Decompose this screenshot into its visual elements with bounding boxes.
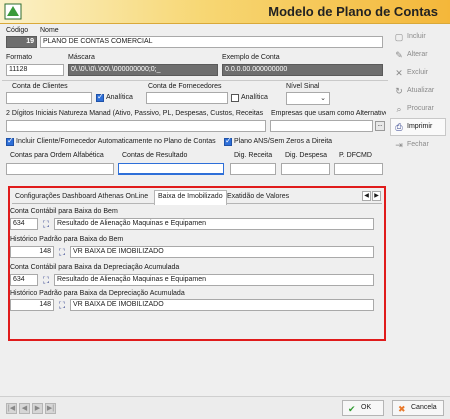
- exemplo-label: Exemplo de Conta: [222, 54, 280, 61]
- codigo-field[interactable]: 19: [6, 36, 37, 48]
- plano-ans-checkbox[interactable]: [224, 136, 232, 146]
- dig-despesa-label: Dig. Despesa: [285, 152, 328, 159]
- binoculars-icon[interactable]: ⛶: [57, 300, 67, 310]
- cancela-button[interactable]: ✖ Cancela: [392, 400, 444, 416]
- last-record-button[interactable]: ▶|: [45, 403, 56, 414]
- bottom-bar: |◀ ◀ ▶ ▶| ✔ OK ✖ Cancela: [0, 396, 450, 419]
- delete-icon: ✕: [395, 68, 403, 78]
- analitica-clientes-checkbox[interactable]: [96, 92, 104, 102]
- binoculars-icon[interactable]: ⛶: [57, 247, 67, 257]
- fechar-button[interactable]: ⇥ Fechar: [390, 136, 446, 154]
- binoculars-icon[interactable]: ⛶: [41, 275, 51, 285]
- procurar-button[interactable]: ⌕ Procurar: [390, 100, 446, 118]
- tab-scroll-left-icon[interactable]: ◀: [362, 191, 371, 201]
- mascara-label: Máscara: [68, 54, 95, 61]
- title-bar: Modelo de Plano de Contas: [0, 0, 450, 24]
- window: Modelo de Plano de Contas Código Nome 19…: [0, 0, 450, 419]
- conta-baixa-code-field[interactable]: 634: [10, 218, 38, 230]
- conta-dep-code-field[interactable]: 634: [10, 274, 38, 286]
- incluir-automatico-checkbox[interactable]: [6, 136, 14, 146]
- natureza-field[interactable]: [6, 120, 266, 132]
- edit-icon: ✎: [395, 50, 403, 60]
- new-doc-icon: ▢: [394, 32, 404, 42]
- analitica-fornecedores-checkbox[interactable]: [231, 94, 239, 102]
- tab-exatidao-valores[interactable]: Exatidão de Valores: [224, 191, 292, 204]
- close-icon: ⇥: [395, 140, 403, 150]
- nivel-sinal-label: Nível Sinal: [286, 83, 320, 90]
- mascara-field[interactable]: 0\.\0\.\0\.\00\.\000000000;0;_: [68, 64, 218, 76]
- empresas-field[interactable]: [270, 120, 373, 132]
- empresas-browse-button[interactable]: ...: [375, 121, 385, 131]
- tab-panel: Configurações Dashboard Athenas OnLine B…: [8, 186, 386, 341]
- hist-dep-desc-field: VR BAIXA DE IMOBILIZADO: [70, 299, 374, 311]
- refresh-icon: ↻: [395, 86, 403, 96]
- conta-fornecedores-field[interactable]: [146, 92, 228, 104]
- plano-ans-label: Plano ANS/Sem Zeros a Direita: [234, 138, 333, 145]
- contas-resultado-field[interactable]: [118, 163, 224, 175]
- check-icon: ✔: [348, 404, 356, 414]
- next-record-button[interactable]: ▶: [32, 403, 43, 414]
- imprimir-button[interactable]: ⎙ Imprimir: [390, 118, 446, 136]
- contas-ordem-label: Contas para Ordem Alfabética: [10, 152, 104, 159]
- first-record-button[interactable]: |◀: [6, 403, 17, 414]
- empresas-label: Empresas que usam como Alternativo: [271, 110, 386, 117]
- nome-label: Nome: [40, 27, 59, 34]
- window-title: Modelo de Plano de Contas: [268, 4, 438, 19]
- hist-dep-label: Histórico Padrão para Baixa da Depreciaç…: [10, 290, 185, 297]
- nivel-sinal-select[interactable]: ⌄: [286, 92, 330, 105]
- natureza-label: 2 Dígitos Iniciais Natureza Manad (Ativo…: [6, 110, 264, 117]
- dig-receita-label: Dig. Receita: [234, 152, 273, 159]
- previous-record-button[interactable]: ◀: [19, 403, 30, 414]
- divider: [2, 80, 388, 81]
- tab-strip: Configurações Dashboard Athenas OnLine B…: [12, 190, 382, 205]
- dfcmd-label: P. DFCMD: [339, 152, 372, 159]
- tab-baixa-imobilizado[interactable]: Baixa de Imobilizado: [154, 190, 227, 205]
- analitica-clientes-label: Analítica: [106, 94, 133, 101]
- print-icon: ⎙: [395, 122, 403, 132]
- nome-field[interactable]: PLANO DE CONTAS COMERCIAL: [40, 36, 383, 48]
- conta-baixa-desc-field: Resultado de Alienação Maquinas e Equipa…: [54, 218, 374, 230]
- incluir-automatico-label: Incluir Cliente/Fornecedor Automaticamen…: [16, 138, 216, 145]
- atualizar-button[interactable]: ↻ Atualizar: [390, 82, 446, 100]
- conta-clientes-label: Conta de Clientes: [12, 83, 68, 90]
- dfcmd-field[interactable]: [334, 163, 383, 175]
- conta-dep-desc-field: Resultado de Alienação Maquinas e Equipa…: [54, 274, 374, 286]
- conta-fornecedores-label: Conta de Fornecedores: [148, 83, 222, 90]
- cancel-icon: ✖: [398, 404, 406, 414]
- codigo-label: Código: [6, 27, 29, 34]
- dig-receita-field[interactable]: [230, 163, 276, 175]
- formato-label: Formato: [6, 54, 33, 61]
- hist-baixa-label: Histórico Padrão para Baixa do Bem: [10, 236, 124, 243]
- exemplo-field: 0.0.0.00.000000000: [222, 64, 383, 76]
- tab-dashboard[interactable]: Configurações Dashboard Athenas OnLine: [12, 191, 151, 204]
- ok-button[interactable]: ✔ OK: [342, 400, 384, 416]
- conta-dep-label: Conta Contábil para Baixa da Depreciação…: [10, 264, 180, 271]
- incluir-button[interactable]: ▢ Incluir: [390, 28, 446, 46]
- excluir-button[interactable]: ✕ Excluir: [390, 64, 446, 82]
- hist-baixa-code-field[interactable]: 148: [10, 246, 54, 258]
- analitica-fornecedores-label: Analítica: [241, 94, 268, 101]
- dig-despesa-field[interactable]: [281, 163, 330, 175]
- contas-resultado-label: Contas de Resultado: [122, 152, 188, 159]
- formato-field[interactable]: 11128: [6, 64, 64, 76]
- chevron-down-icon: ⌄: [320, 95, 326, 102]
- conta-clientes-field[interactable]: [6, 92, 92, 104]
- alterar-button[interactable]: ✎ Alterar: [390, 46, 446, 64]
- contas-ordem-field[interactable]: [6, 163, 114, 175]
- hist-dep-code-field[interactable]: 148: [10, 299, 54, 311]
- binoculars-icon[interactable]: ⛶: [41, 219, 51, 229]
- conta-baixa-label: Conta Contábil para Baixa do Bem: [10, 208, 118, 215]
- tab-scroll-right-icon[interactable]: ▶: [372, 191, 381, 201]
- hist-baixa-desc-field: VR BAIXA DE IMOBILIZADO: [70, 246, 374, 258]
- search-icon: ⌕: [396, 104, 402, 114]
- app-logo-icon: [4, 3, 22, 20]
